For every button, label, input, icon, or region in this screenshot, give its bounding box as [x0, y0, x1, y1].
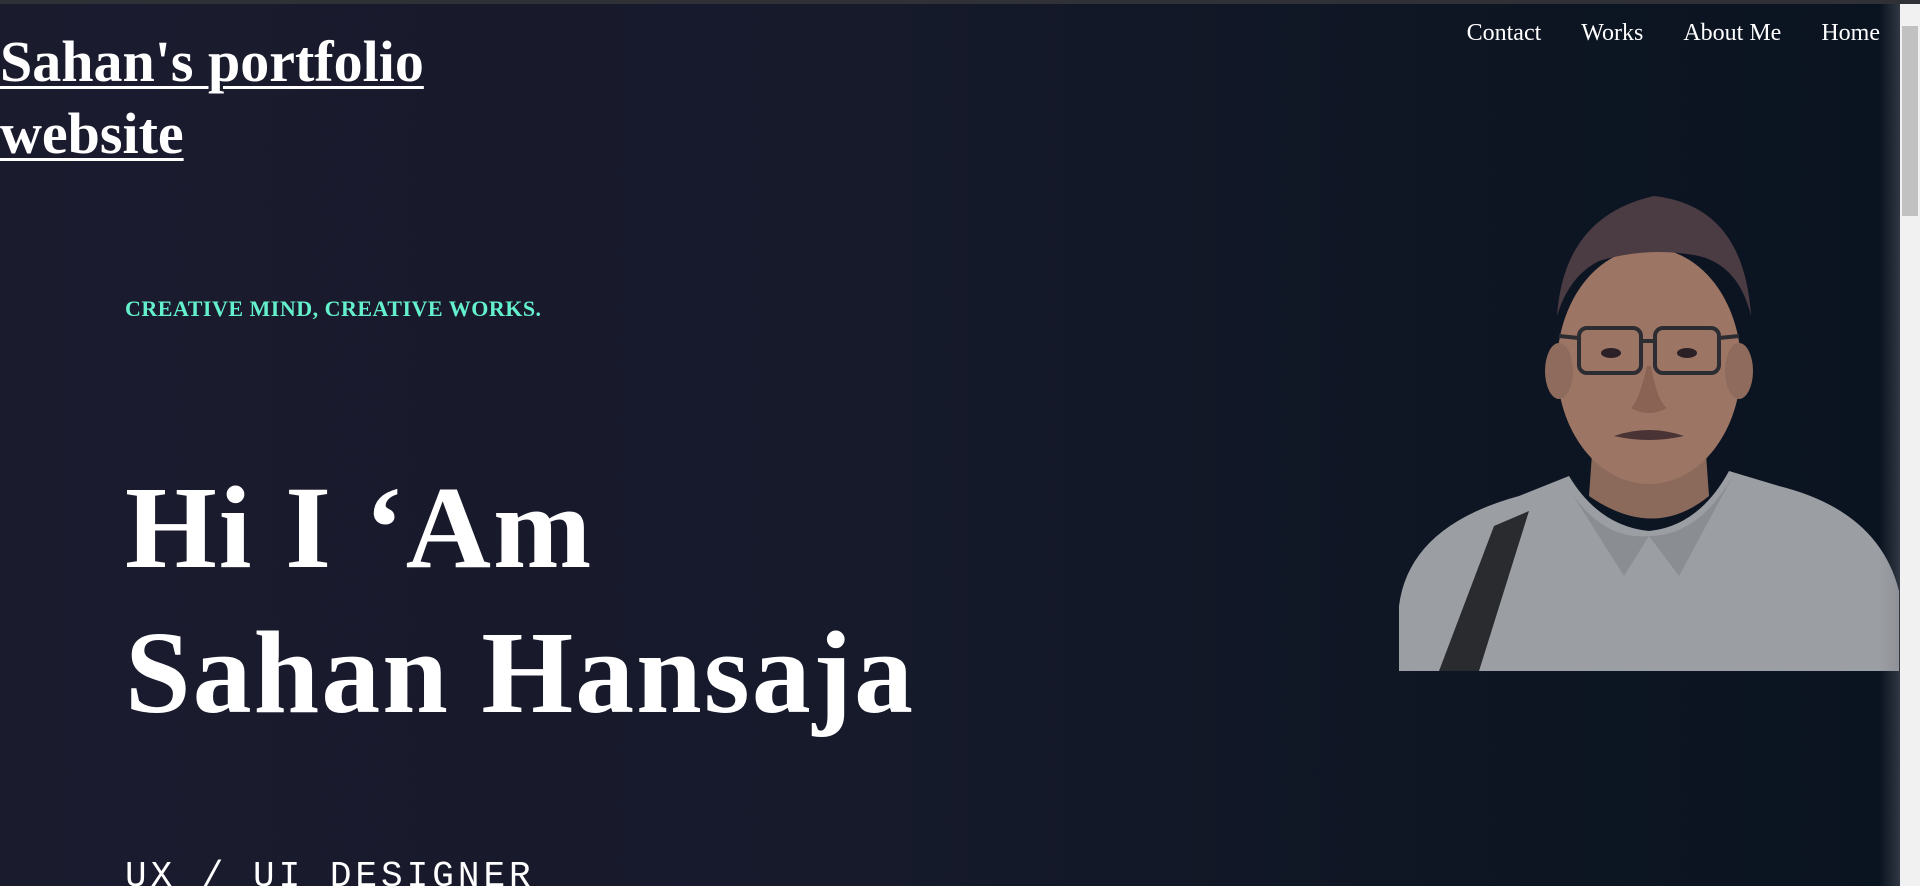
scrollbar-thumb[interactable]	[1902, 26, 1918, 216]
profile-photo	[1399, 196, 1899, 671]
hero-headline-line1: Hi I ‘Am	[125, 462, 594, 593]
nav-link-contact[interactable]: Contact	[1467, 20, 1542, 47]
scroll-shadow	[1880, 4, 1900, 886]
hero-role: UX / UI DESIGNER	[125, 856, 535, 886]
site-title-link[interactable]: Sahan's portfolio website	[0, 26, 520, 170]
window-top-border	[0, 0, 1920, 4]
main-nav: Contact Works About Me Home	[1467, 20, 1880, 47]
hero-headline: Hi I ‘Am Sahan Hansaja	[125, 455, 915, 745]
nav-link-home[interactable]: Home	[1821, 20, 1880, 47]
nav-link-works[interactable]: Works	[1581, 20, 1643, 47]
hero-headline-line2: Sahan Hansaja	[125, 607, 916, 738]
hero-tagline: CREATIVE MIND, CREATIVE WORKS.	[125, 296, 542, 321]
vertical-scrollbar[interactable]	[1900, 4, 1920, 886]
nav-link-about-me[interactable]: About Me	[1683, 20, 1781, 47]
